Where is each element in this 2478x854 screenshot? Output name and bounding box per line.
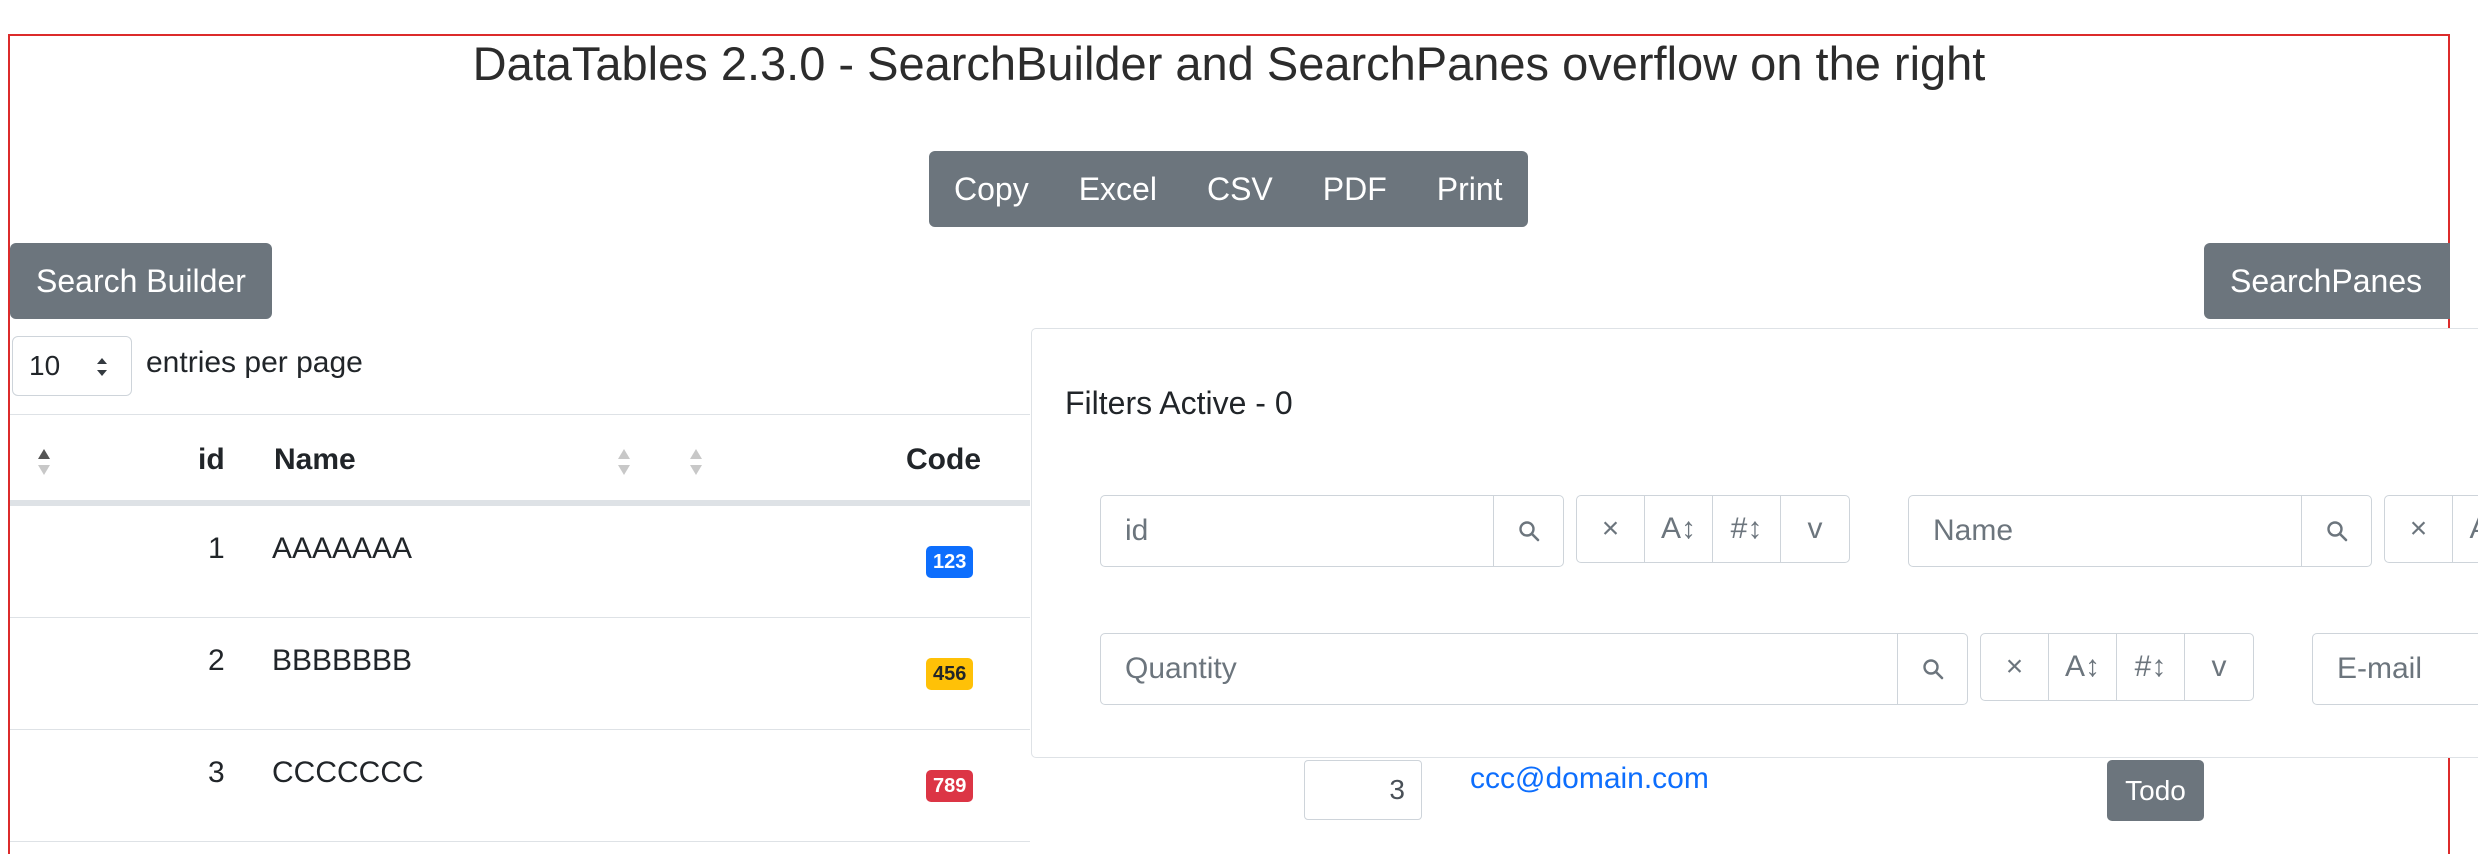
page-length-value: 10 [29,350,61,381]
page-length-select[interactable]: 10 [12,336,132,396]
column-header-code[interactable]: Code [906,443,981,477]
sort-icon[interactable] [688,445,704,479]
search-icon [2301,496,2371,566]
table-row: 1 AAAAAAA 123 [10,506,1030,618]
pane-tools-quantity: × A↕ #↕ v [1980,633,2254,701]
clear-icon[interactable]: × [2385,496,2453,562]
select-arrows-icon [97,358,107,376]
search-builder-button[interactable]: Search Builder [10,243,272,319]
table-row: 3 CCCCCCC 789 [10,730,1030,842]
sort-alpha-icon[interactable]: A↕ [2049,634,2117,700]
collapse-icon[interactable]: v [1781,496,1849,562]
pane-search-placeholder: id [1125,514,1149,547]
export-button-group: Copy Excel CSV PDF Print [929,151,1528,227]
table-row: 2 BBBBBBB 456 [10,618,1030,730]
sort-number-icon[interactable]: #↕ [1713,496,1781,562]
sort-icon[interactable] [616,445,632,479]
filters-active-title: Filters Active - 0 [1065,385,1293,421]
search-panes-button[interactable]: SearchPanes [2204,243,2450,319]
search-icon [1493,496,1563,566]
pane-tools-name: × A↕ [2384,495,2478,563]
code-badge: 123 [926,546,974,578]
cell-name: CCCCCCC [272,756,424,789]
todo-button[interactable]: Todo [2107,760,2204,821]
page-length-label: entries per page [146,346,363,379]
cell-id: 3 [208,756,225,789]
sort-alpha-icon[interactable]: A↕ [1645,496,1713,562]
sort-alpha-icon[interactable]: A↕ [2453,496,2478,562]
cell-name: AAAAAAA [272,532,413,565]
cell-id: 1 [208,532,225,565]
page-title: DataTables 2.3.0 - SearchBuilder and Sea… [472,37,1986,90]
pane-search-placeholder: Name [1933,514,2014,547]
column-header-name[interactable]: Name [274,443,356,477]
pane-search-placeholder: E-mail [2337,652,2423,685]
excel-button[interactable]: Excel [1054,151,1182,227]
print-button[interactable]: Print [1412,151,1528,227]
sort-number-icon[interactable]: #↕ [2117,634,2185,700]
csv-button[interactable]: CSV [1182,151,1298,227]
sort-icon[interactable] [36,445,52,479]
pane-search-name[interactable]: Name [1908,495,2372,567]
pane-tools-id: × A↕ #↕ v [1576,495,1850,563]
code-badge: 789 [926,770,974,802]
search-panes-panel: Filters Active - 0 id × A↕ #↕ v Name × A… [1031,328,2478,758]
copy-button[interactable]: Copy [929,151,1054,227]
clear-icon[interactable]: × [1577,496,1645,562]
code-badge: 456 [926,658,974,690]
pane-search-quantity[interactable]: Quantity [1100,633,1968,705]
cell-id: 2 [208,644,225,677]
clear-icon[interactable]: × [1981,634,2049,700]
column-header-id[interactable]: id [198,443,225,477]
cell-name: BBBBBBB [272,644,413,677]
search-icon [1897,634,1967,704]
quantity-input[interactable]: 3 [1304,760,1422,820]
data-table: id Name Code 1 AAAAAAA 123 2 BBBBBBB 456… [10,414,1030,842]
collapse-icon[interactable]: v [2185,634,2253,700]
pane-search-id[interactable]: id [1100,495,1564,567]
pane-search-placeholder: Quantity [1125,652,1237,685]
pdf-button[interactable]: PDF [1298,151,1412,227]
table-header: id Name Code [10,414,1030,506]
pane-search-email[interactable]: E-mail [2312,633,2478,705]
email-link[interactable]: ccc@domain.com [1470,762,1709,796]
